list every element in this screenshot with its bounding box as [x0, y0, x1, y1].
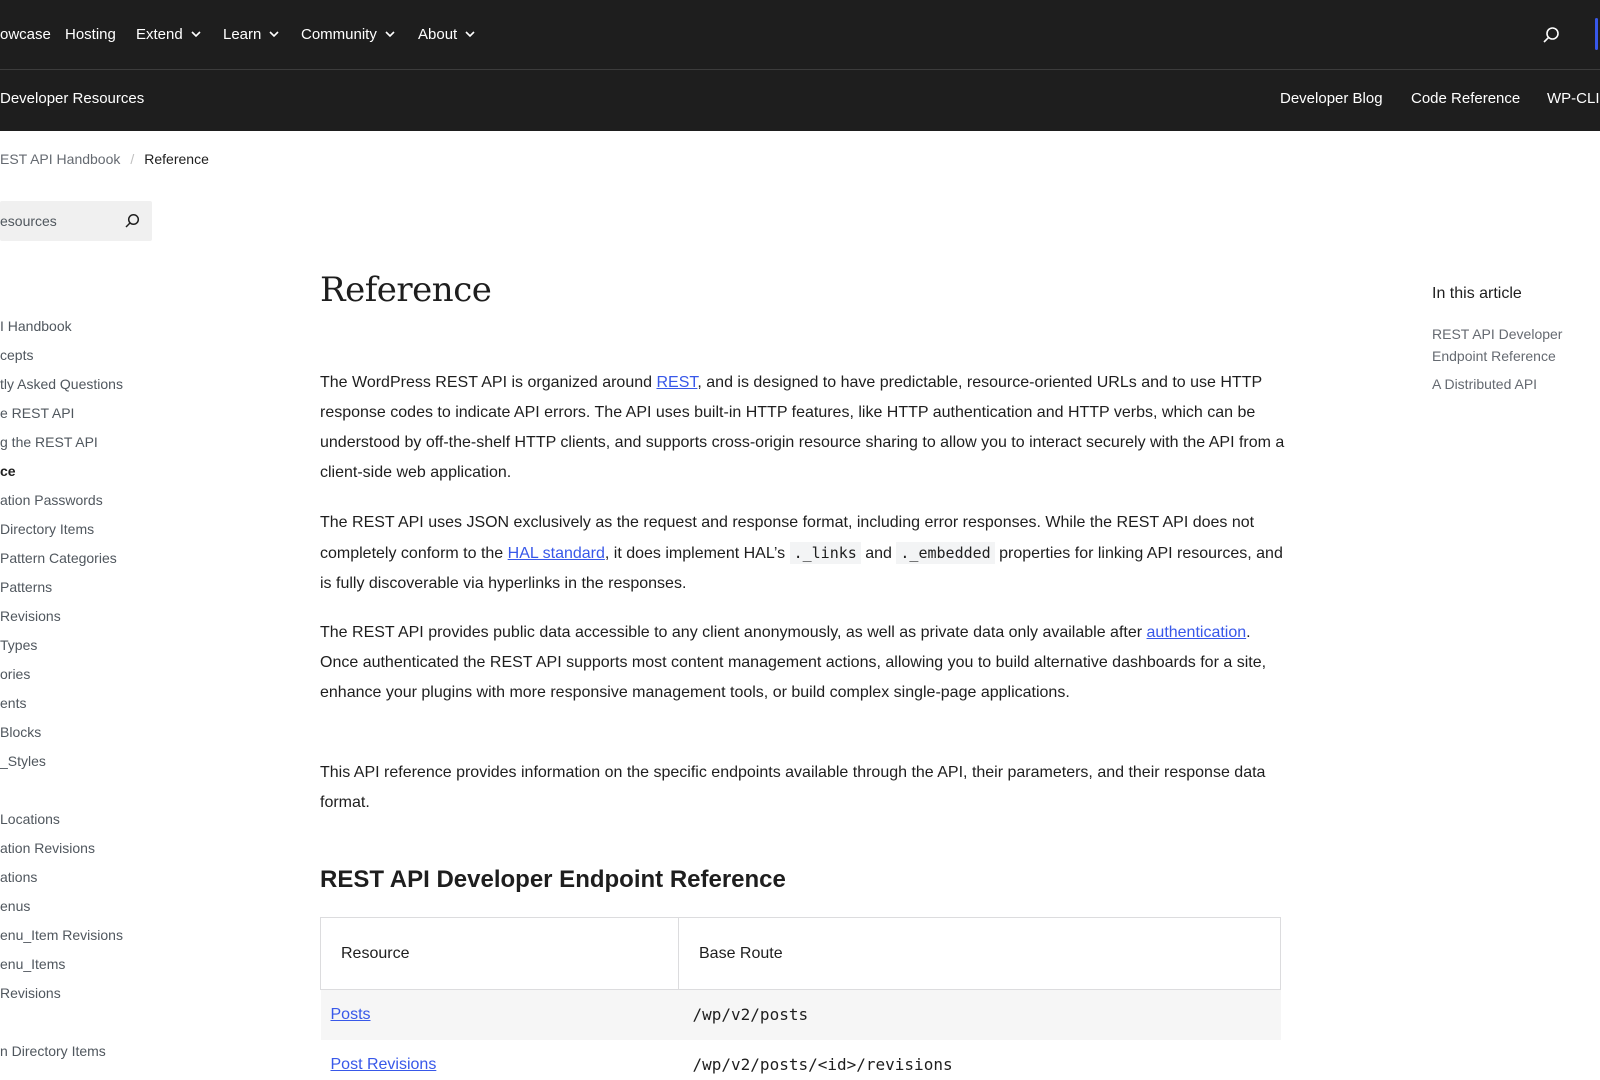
- route-cell: /wp/v2/posts/<id>/revisions: [692, 1055, 953, 1074]
- chevron-down-icon: [465, 31, 475, 38]
- resource-link[interactable]: Post Revisions: [331, 1056, 437, 1073]
- sidebar-item[interactable]: g the REST API: [0, 434, 98, 450]
- sidebar-item[interactable]: ents: [0, 695, 26, 711]
- text: , it does implement HAL’s: [604, 545, 790, 562]
- nav-item-learn[interactable]: Learn: [223, 24, 281, 44]
- sidebar-item-active[interactable]: ce: [0, 463, 16, 479]
- text: and: [860, 545, 897, 562]
- sidebar-item[interactable]: enu_Item Revisions: [0, 927, 123, 943]
- sidebar-item[interactable]: cepts: [0, 347, 33, 363]
- nav-item-label: owcase: [0, 25, 51, 43]
- table-of-contents: In this article REST API Developer Endpo…: [1432, 285, 1600, 395]
- paragraph-reference: This API reference provides information …: [320, 764, 1266, 811]
- nav-item-showcase[interactable]: owcase: [0, 24, 51, 44]
- nav-item-label: About: [418, 25, 458, 43]
- breadcrumb-current: Reference: [144, 151, 209, 167]
- breadcrumb-separator: /: [130, 151, 135, 167]
- sidebar-item[interactable]: Directory Items: [0, 521, 94, 537]
- nav-item-extend[interactable]: Extend: [136, 24, 203, 44]
- column-header-resource: Resource: [320, 917, 679, 990]
- sidebar-item[interactable]: n Directory Items: [0, 1043, 106, 1059]
- code-links: ._links: [789, 542, 861, 564]
- page-title: Reference: [320, 270, 492, 310]
- sidebar-item[interactable]: e REST API: [0, 405, 74, 421]
- sidebar-item[interactable]: Patterns: [0, 579, 52, 595]
- toc-link[interactable]: A Distributed API: [1432, 373, 1600, 395]
- table-row: Posts /wp/v2/posts: [320, 989, 1281, 1040]
- chevron-down-icon: [385, 31, 395, 38]
- local-nav-title[interactable]: Developer Resources: [0, 90, 144, 107]
- sidebar-item[interactable]: Types: [0, 637, 37, 653]
- sidebar-item[interactable]: ation Revisions: [0, 840, 95, 856]
- rest-link[interactable]: REST: [656, 374, 697, 391]
- sidebar-item[interactable]: _Styles: [0, 753, 46, 769]
- chevron-down-icon: [269, 31, 279, 38]
- section-title: REST API Developer Endpoint Reference: [320, 866, 786, 893]
- text: The REST API provides public data access…: [320, 624, 1147, 641]
- sidebar-item[interactable]: ation Passwords: [0, 492, 103, 508]
- breadcrumb-parent[interactable]: EST API Handbook: [0, 151, 120, 167]
- sidebar-item[interactable]: enu_Items: [0, 956, 65, 972]
- local-nav-wp-cli[interactable]: WP-CLI: [1547, 90, 1600, 107]
- article: Reference: [320, 270, 1290, 310]
- sidebar-item[interactable]: Revisions: [0, 985, 61, 1001]
- sidebar-search: [0, 201, 152, 241]
- nav-item-hosting[interactable]: Hosting: [65, 24, 116, 44]
- nav-item-label: Learn: [223, 25, 262, 43]
- sidebar-item[interactable]: enus: [0, 898, 30, 914]
- resource-cell: Post Revisions: [321, 1040, 679, 1080]
- sidebar-item[interactable]: Revisions: [0, 608, 61, 624]
- route-cell: /wp/v2/posts: [678, 989, 1281, 1040]
- sidebar-item[interactable]: Blocks: [0, 724, 41, 740]
- header-edge-button[interactable]: [1595, 18, 1598, 50]
- nav-item-about[interactable]: About: [418, 24, 477, 44]
- search-icon[interactable]: [1540, 24, 1562, 46]
- nav-item-community[interactable]: Community: [301, 24, 397, 44]
- sidebar-item[interactable]: Pattern Categories: [0, 550, 117, 566]
- nav-item-label: Hosting: [65, 25, 116, 43]
- sidebar-item[interactable]: ations: [0, 869, 37, 885]
- paragraph-json: The REST API uses JSON exclusively as th…: [320, 508, 1290, 599]
- authentication-link[interactable]: authentication: [1147, 624, 1247, 641]
- table-row: Post Revisions /wp/v2/posts/<id>/revisio…: [321, 1040, 1281, 1080]
- paragraph-auth: The REST API provides public data access…: [320, 618, 1290, 708]
- hal-standard-link[interactable]: HAL standard: [508, 545, 605, 562]
- sidebar-search-input[interactable]: [0, 201, 120, 241]
- local-nav-developer-blog[interactable]: Developer Blog: [1280, 90, 1383, 107]
- resource-link[interactable]: Posts: [331, 1006, 371, 1023]
- nav-item-label: Extend: [136, 25, 183, 43]
- endpoints-table: Resource Base Route Posts /wp/v2/posts P…: [320, 917, 1281, 1080]
- sidebar-item[interactable]: I Handbook: [0, 318, 72, 334]
- sidebar-item[interactable]: ories: [0, 666, 30, 682]
- global-header: owcase Hosting Extend Learn Community Ab…: [0, 0, 1600, 70]
- sidebar-item[interactable]: tly Asked Questions: [0, 376, 123, 392]
- sidebar-item[interactable]: Locations: [0, 811, 60, 827]
- resource-cell: Posts: [320, 989, 679, 1040]
- table-header-row: Resource Base Route: [320, 917, 1281, 990]
- nav-item-label: Community: [301, 25, 377, 43]
- chevron-down-icon: [191, 31, 201, 38]
- breadcrumb: EST API Handbook / Reference: [0, 151, 209, 167]
- local-nav-code-reference[interactable]: Code Reference: [1411, 90, 1520, 107]
- search-icon[interactable]: [123, 212, 141, 230]
- code-embedded: ._embedded: [896, 542, 995, 564]
- toc-title: In this article: [1432, 285, 1522, 302]
- toc-link[interactable]: REST API Developer Endpoint Reference: [1432, 323, 1600, 367]
- paragraph-intro: The WordPress REST API is organized arou…: [320, 368, 1290, 488]
- local-header: Developer Resources Developer Blog Code …: [0, 70, 1600, 131]
- column-header-base-route: Base Route: [678, 917, 1281, 990]
- text: The WordPress REST API is organized arou…: [320, 374, 657, 391]
